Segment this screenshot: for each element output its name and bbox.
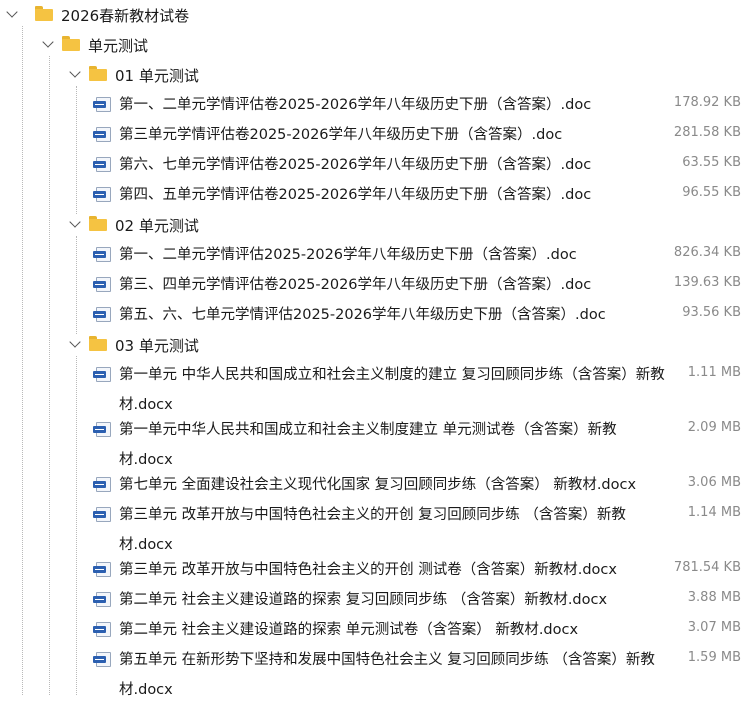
file-size: 1.14 MB	[687, 505, 741, 520]
file-row[interactable]: 第一、二单元学情评估卷2025-2026学年八年级历史下册（含答案）.doc 1…	[0, 90, 749, 120]
file-row[interactable]: 第五、六、七单元学情评估2025-2026学年八年级历史下册（含答案）.doc …	[0, 300, 749, 330]
file-name: 第五单元 在新形势下坚持和发展中国特色社会主义 复习回顾同步练 （含答案）新教材…	[119, 652, 655, 698]
folder-label: 单元测试	[88, 37, 149, 55]
tree-node-group-folder[interactable]: 01 单元测试	[0, 60, 749, 90]
tree-node-root-folder[interactable]: 2026春新教材试卷	[0, 0, 749, 30]
word-doc-icon	[93, 652, 113, 667]
word-doc-icon	[93, 562, 113, 577]
tree-node-unit-test-folder[interactable]: 单元测试	[0, 30, 749, 60]
folder-icon	[35, 6, 53, 21]
file-name: 第六、七单元学情评估卷2025-2026学年八年级历史下册（含答案）.doc	[119, 157, 592, 173]
file-name: 第一单元中华人民共和国成立和社会主义制度建立 单元测试卷（含答案）新教材.doc…	[119, 422, 617, 468]
file-row[interactable]: 第七单元 全面建设社会主义现代化国家 复习回顾同步练（含答案） 新教材.docx…	[0, 470, 749, 500]
chevron-down-icon[interactable]	[6, 6, 18, 18]
file-name: 第三单元学情评估卷2025-2026学年八年级历史下册（含答案）.doc	[119, 127, 563, 143]
file-name: 第一单元 中华人民共和国成立和社会主义制度的建立 复习回顾同步练（含答案）新教材…	[119, 367, 665, 413]
folder-label: 01 单元测试	[115, 67, 199, 85]
tree-node-group-folder[interactable]: 03 单元测试	[0, 330, 749, 360]
chevron-down-icon[interactable]	[69, 66, 81, 78]
folder-label: 02 单元测试	[115, 217, 199, 235]
file-size: 3.07 MB	[687, 620, 741, 635]
file-row[interactable]: 第二单元 社会主义建设道路的探索 复习回顾同步练 （含答案）新教材.docx 3…	[0, 585, 749, 615]
word-doc-icon	[93, 127, 113, 142]
file-size: 1.11 MB	[687, 365, 741, 380]
file-row[interactable]: 第六、七单元学情评估卷2025-2026学年八年级历史下册（含答案）.doc 6…	[0, 150, 749, 180]
file-name: 第三、四单元学情评估卷2025-2026学年八年级历史下册（含答案）.doc	[119, 277, 592, 293]
folder-label: 2026春新教材试卷	[61, 7, 190, 25]
word-doc-icon	[93, 277, 113, 292]
file-size: 63.55 KB	[682, 155, 741, 170]
file-size: 139.63 KB	[673, 275, 741, 290]
file-name: 第一、二单元学情评估2025-2026学年八年级历史下册（含答案）.doc	[119, 247, 577, 263]
file-row[interactable]: 第四、五单元学情评估卷2025-2026学年八年级历史下册（含答案）.doc 9…	[0, 180, 749, 210]
file-name: 第二单元 社会主义建设道路的探索 单元测试卷（含答案） 新教材.docx	[119, 622, 579, 638]
word-doc-icon	[93, 507, 113, 522]
file-size: 281.58 KB	[673, 125, 741, 140]
file-size: 3.88 MB	[687, 590, 741, 605]
file-row[interactable]: 第三单元 改革开放与中国特色社会主义的开创 复习回顾同步练 （含答案）新教材.d…	[0, 500, 749, 560]
word-doc-icon	[93, 422, 113, 437]
word-doc-icon	[93, 622, 113, 637]
file-name: 第三单元 改革开放与中国特色社会主义的开创 复习回顾同步练 （含答案）新教材.d…	[119, 507, 626, 553]
word-doc-icon	[93, 477, 113, 492]
tree-node-group-folder[interactable]: 02 单元测试	[0, 210, 749, 240]
file-name: 第三单元 改革开放与中国特色社会主义的开创 测试卷（含答案）新教材.docx	[119, 562, 617, 578]
file-tree: 2026春新教材试卷 单元测试 01 单元测试 第一、二单元学情评估卷2025-…	[0, 0, 749, 698]
file-size: 781.54 KB	[673, 560, 741, 575]
folder-icon	[89, 336, 107, 351]
file-size: 826.34 KB	[673, 245, 741, 260]
file-row[interactable]: 第五单元 在新形势下坚持和发展中国特色社会主义 复习回顾同步练 （含答案）新教材…	[0, 645, 749, 698]
file-name: 第四、五单元学情评估卷2025-2026学年八年级历史下册（含答案）.doc	[119, 187, 592, 203]
chevron-down-icon[interactable]	[69, 336, 81, 348]
file-row[interactable]: 第一单元 中华人民共和国成立和社会主义制度的建立 复习回顾同步练（含答案）新教材…	[0, 360, 749, 420]
word-doc-icon	[93, 157, 113, 172]
word-doc-icon	[93, 592, 113, 607]
file-name: 第七单元 全面建设社会主义现代化国家 复习回顾同步练（含答案） 新教材.docx	[119, 477, 637, 493]
folder-icon	[89, 66, 107, 81]
file-row[interactable]: 第一、二单元学情评估2025-2026学年八年级历史下册（含答案）.doc 82…	[0, 240, 749, 270]
file-row[interactable]: 第一单元中华人民共和国成立和社会主义制度建立 单元测试卷（含答案）新教材.doc…	[0, 415, 749, 475]
file-size: 1.59 MB	[687, 650, 741, 665]
word-doc-icon	[93, 247, 113, 262]
file-row[interactable]: 第三、四单元学情评估卷2025-2026学年八年级历史下册（含答案）.doc 1…	[0, 270, 749, 300]
file-size: 3.06 MB	[687, 475, 741, 490]
file-size: 178.92 KB	[673, 95, 741, 110]
file-name: 第一、二单元学情评估卷2025-2026学年八年级历史下册（含答案）.doc	[119, 97, 592, 113]
file-size: 96.55 KB	[682, 185, 741, 200]
file-name: 第五、六、七单元学情评估2025-2026学年八年级历史下册（含答案）.doc	[119, 307, 606, 323]
word-doc-icon	[93, 367, 113, 382]
chevron-down-icon[interactable]	[42, 36, 54, 48]
file-name: 第二单元 社会主义建设道路的探索 复习回顾同步练 （含答案）新教材.docx	[119, 592, 608, 608]
file-row[interactable]: 第二单元 社会主义建设道路的探索 单元测试卷（含答案） 新教材.docx 3.0…	[0, 615, 749, 645]
word-doc-icon	[93, 97, 113, 112]
file-row[interactable]: 第三单元学情评估卷2025-2026学年八年级历史下册（含答案）.doc 281…	[0, 120, 749, 150]
folder-label: 03 单元测试	[115, 337, 199, 355]
file-size: 93.56 KB	[682, 305, 741, 320]
word-doc-icon	[93, 307, 113, 322]
chevron-down-icon[interactable]	[69, 216, 81, 228]
file-size: 2.09 MB	[687, 420, 741, 435]
folder-icon	[62, 36, 80, 51]
folder-icon	[89, 216, 107, 231]
file-row[interactable]: 第三单元 改革开放与中国特色社会主义的开创 测试卷（含答案）新教材.docx 7…	[0, 555, 749, 585]
word-doc-icon	[93, 187, 113, 202]
